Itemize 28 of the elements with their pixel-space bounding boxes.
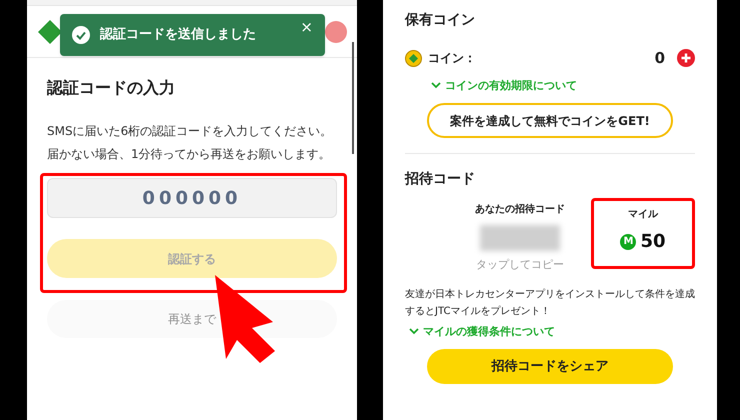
plus-icon[interactable] xyxy=(677,49,695,68)
miles-label: マイル xyxy=(628,208,658,222)
conditions-link[interactable]: マイルの獲得条件について xyxy=(409,324,695,340)
coin-label: コイン： xyxy=(428,50,476,68)
coin-icon xyxy=(405,50,422,67)
invite-description: 友達が日本トレカセンターアプリをインストールして条件を達成するとJTCマイルをプレゼント！ xyxy=(405,288,695,318)
toast-message: 認証コードを送信しました xyxy=(100,26,256,44)
share-button[interactable]: 招待コードをシェア xyxy=(427,349,673,384)
page-title: 認証コードの入力 xyxy=(47,77,176,99)
blurred-code[interactable] xyxy=(480,225,560,251)
avatar-icon[interactable] xyxy=(325,20,347,42)
section-title: 招待コード xyxy=(405,170,476,189)
miles-amount: 50 xyxy=(640,230,666,254)
check-icon xyxy=(72,26,90,44)
mile-icon: M xyxy=(620,234,636,250)
close-button[interactable]: × xyxy=(300,16,313,38)
scrollbar[interactable] xyxy=(352,42,354,154)
section-title: 保有コイン xyxy=(405,11,476,30)
chevron-down-icon xyxy=(431,82,441,90)
chevron-down-icon xyxy=(409,328,419,336)
invite-code-label: あなたの招待コード xyxy=(475,202,565,217)
code-field[interactable]: 000000 xyxy=(47,178,337,218)
earn-coins-button[interactable]: 案件を達成して無料でコインをGET! xyxy=(427,103,673,138)
logo-icon xyxy=(37,18,63,44)
coin-amount: 0 xyxy=(654,48,665,69)
expiry-link[interactable]: コインの有効期限について xyxy=(431,78,695,94)
description: SMSに届いた6桁の認証コードを入力してください。届かない場合、1分待ってから再送をお願いします。 xyxy=(47,123,334,163)
copy-hint[interactable]: タップしてコピー xyxy=(476,257,564,274)
